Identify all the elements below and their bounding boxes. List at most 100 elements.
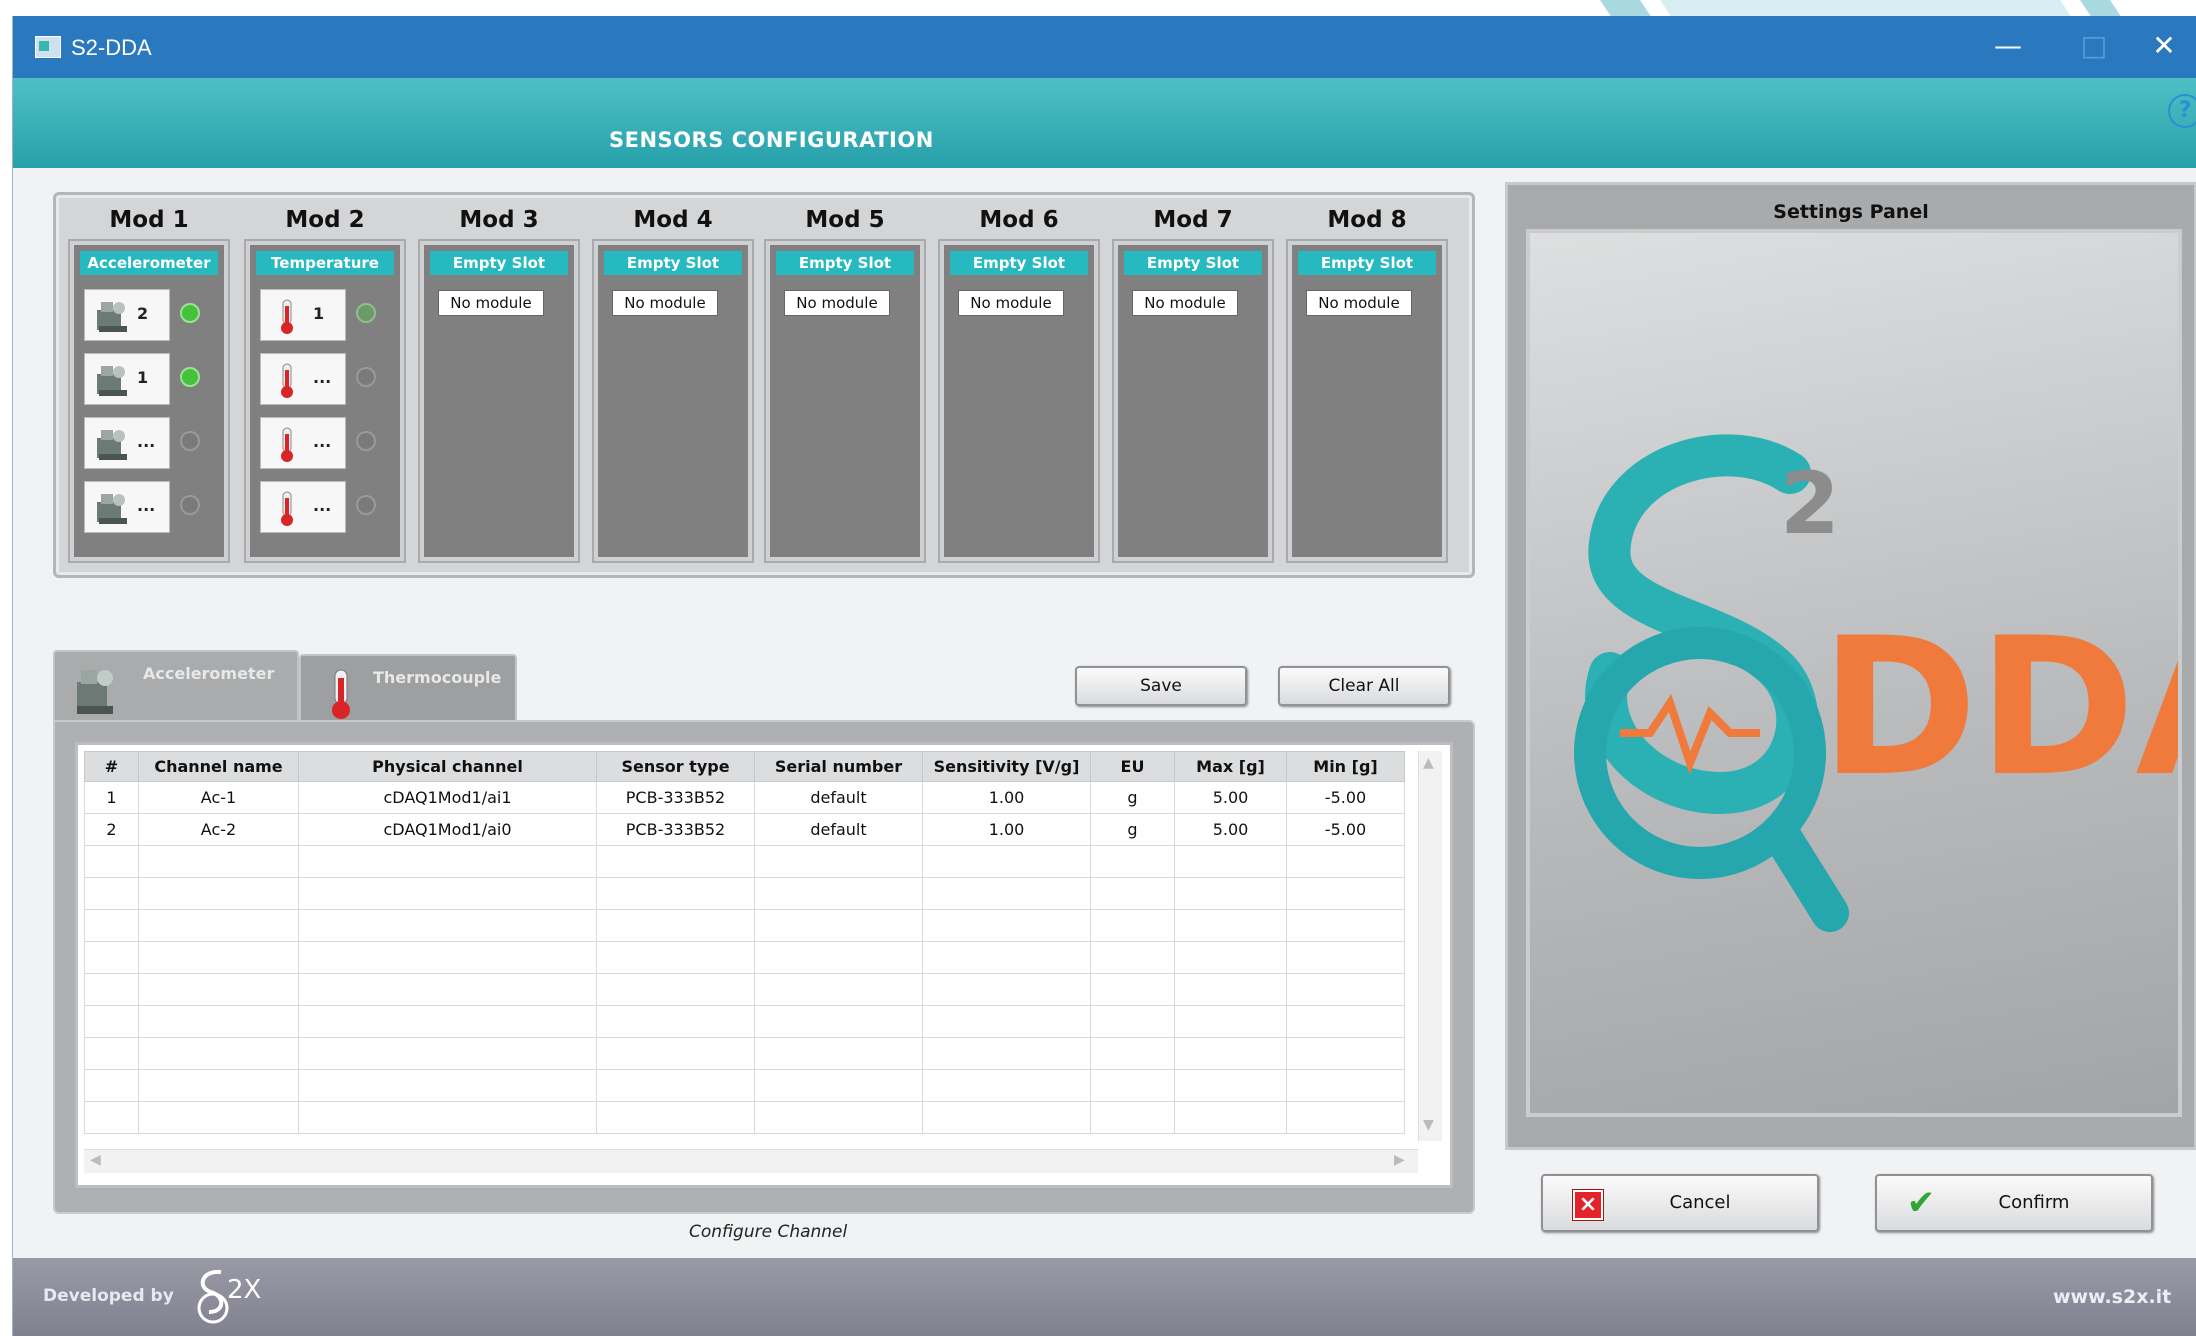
save-button[interactable]: Save xyxy=(1075,666,1247,706)
status-led xyxy=(356,495,376,515)
vertical-scrollbar[interactable]: ▲ ▼ xyxy=(1418,751,1442,1141)
module-slot[interactable]: Empty Slot No module xyxy=(420,241,578,561)
table-cell[interactable]: default xyxy=(754,813,923,846)
status-led xyxy=(356,367,376,387)
header-band: SENSORS CONFIGURATION ? xyxy=(13,78,2196,168)
channel-count: 2 xyxy=(137,304,149,323)
table-cell[interactable]: default xyxy=(754,781,923,814)
horizontal-scrollbar[interactable]: ◀ ▶ xyxy=(84,1149,1418,1173)
column-header[interactable]: Sensor type xyxy=(596,751,755,782)
column-header[interactable]: Serial number xyxy=(754,751,923,782)
column-header[interactable]: # xyxy=(84,751,139,782)
tab-accelerometer[interactable]: Accelerometer xyxy=(53,650,299,722)
module-2: Mod 2 Temperature 1 ... ... ... xyxy=(244,207,406,563)
module-slot[interactable]: Accelerometer 2 1 ... ... xyxy=(70,241,228,561)
accelerometer-icon xyxy=(97,302,127,332)
table-row-empty[interactable] xyxy=(84,909,1405,942)
channel-indicator[interactable]: ... xyxy=(84,417,170,469)
table-cell[interactable]: PCB-333B52 xyxy=(596,813,755,846)
tab-label: Thermocouple xyxy=(373,668,502,687)
settings-panel-content: 2 DDA xyxy=(1526,229,2182,1117)
table-cell[interactable]: 5.00 xyxy=(1174,781,1287,814)
column-header[interactable]: Physical channel xyxy=(298,751,597,782)
table-row-empty[interactable] xyxy=(84,973,1405,1006)
channel-indicator[interactable]: ... xyxy=(260,417,346,469)
status-led xyxy=(356,431,376,451)
table-cell[interactable]: -5.00 xyxy=(1286,813,1405,846)
table-row-empty[interactable] xyxy=(84,877,1405,910)
table-row-empty[interactable] xyxy=(84,1069,1405,1102)
table-cell[interactable]: 1.00 xyxy=(922,781,1091,814)
channel-indicator[interactable]: 1 xyxy=(84,353,170,405)
tab-label: Accelerometer xyxy=(143,664,275,683)
channel-count: ... xyxy=(137,432,156,451)
channel-indicator[interactable]: ... xyxy=(260,481,346,533)
table-row[interactable]: 1 Ac-1 cDAQ1Mod1/ai1 PCB-333B52 default … xyxy=(84,781,1405,814)
table-cell[interactable]: PCB-333B52 xyxy=(596,781,755,814)
title-bar: S2-DDA — □ ✕ xyxy=(13,16,2196,78)
table-cell[interactable]: g xyxy=(1090,813,1175,846)
help-icon[interactable]: ? xyxy=(2168,94,2196,128)
module-slot[interactable]: Empty Slot No module xyxy=(940,241,1098,561)
close-button[interactable]: ✕ xyxy=(2137,26,2191,68)
module-slot[interactable]: Empty Slot No module xyxy=(1288,241,1446,561)
channel-indicator[interactable]: 1 xyxy=(260,289,346,341)
column-header[interactable]: Sensitivity [V/g] xyxy=(922,751,1091,782)
slot-type-label: Empty Slot xyxy=(430,251,568,275)
channel-count: ... xyxy=(313,496,332,515)
table-row-empty[interactable] xyxy=(84,1037,1405,1070)
channel-indicator[interactable]: ... xyxy=(260,353,346,405)
table-cell[interactable]: Ac-2 xyxy=(138,813,299,846)
scroll-right-icon[interactable]: ▶ xyxy=(1394,1152,1405,1168)
table-row-empty[interactable] xyxy=(84,845,1405,878)
column-header[interactable]: Channel name xyxy=(138,751,299,782)
table-cell[interactable]: 1.00 xyxy=(922,813,1091,846)
column-header[interactable]: Max [g] xyxy=(1174,751,1287,782)
module-title: Mod 3 xyxy=(459,207,539,233)
slot-type-label: Temperature xyxy=(256,251,394,275)
scroll-left-icon[interactable]: ◀ xyxy=(90,1152,101,1168)
module-slot[interactable]: Empty Slot No module xyxy=(594,241,752,561)
table-cell[interactable]: cDAQ1Mod1/ai0 xyxy=(298,813,597,846)
module-7: Mod 7 Empty Slot No module xyxy=(1112,207,1274,563)
website-link[interactable]: www.s2x.it xyxy=(2053,1286,2171,1308)
cancel-button[interactable]: × Cancel xyxy=(1541,1174,1819,1232)
table-cell[interactable]: cDAQ1Mod1/ai1 xyxy=(298,781,597,814)
channel-count: 1 xyxy=(313,304,325,323)
module-8: Mod 8 Empty Slot No module xyxy=(1286,207,1448,563)
table-row-empty[interactable] xyxy=(84,1005,1405,1038)
table-cell[interactable]: -5.00 xyxy=(1286,781,1405,814)
scroll-up-icon[interactable]: ▲ xyxy=(1423,755,1434,771)
table-row-empty[interactable] xyxy=(84,941,1405,974)
table-cell: 1 xyxy=(84,781,139,814)
channel-count: ... xyxy=(313,368,332,387)
channel-indicator[interactable]: ... xyxy=(84,481,170,533)
column-header[interactable]: Min [g] xyxy=(1286,751,1405,782)
tab-thermocouple[interactable]: Thermocouple xyxy=(299,654,517,722)
scroll-down-icon[interactable]: ▼ xyxy=(1423,1117,1434,1133)
confirm-label: Confirm xyxy=(1998,1192,2070,1213)
maximize-button[interactable]: □ xyxy=(2067,26,2121,68)
module-4: Mod 4 Empty Slot No module xyxy=(592,207,754,563)
slot-type-label: Accelerometer xyxy=(80,251,218,275)
page-title: SENSORS CONFIGURATION xyxy=(609,128,934,152)
slot-status: No module xyxy=(784,290,890,316)
module-slot[interactable]: Temperature 1 ... ... ... xyxy=(246,241,404,561)
channel-indicator[interactable]: 2 xyxy=(84,289,170,341)
module-slot[interactable]: Empty Slot No module xyxy=(1114,241,1272,561)
status-led xyxy=(180,367,200,387)
slot-status: No module xyxy=(958,290,1064,316)
clear-all-button[interactable]: Clear All xyxy=(1278,666,1450,706)
table-cell[interactable]: Ac-1 xyxy=(138,781,299,814)
slot-status: No module xyxy=(612,290,718,316)
confirm-button[interactable]: ✔ Confirm xyxy=(1875,1174,2153,1232)
module-slot[interactable]: Empty Slot No module xyxy=(766,241,924,561)
table-cell[interactable]: g xyxy=(1090,781,1175,814)
table-row-empty[interactable] xyxy=(84,1101,1405,1134)
slot-type-label: Empty Slot xyxy=(1298,251,1436,275)
table-cell[interactable]: 5.00 xyxy=(1174,813,1287,846)
column-header[interactable]: EU xyxy=(1090,751,1175,782)
module-title: Mod 2 xyxy=(285,207,365,233)
minimize-button[interactable]: — xyxy=(1981,26,2035,68)
table-row[interactable]: 2 Ac-2 cDAQ1Mod1/ai0 PCB-333B52 default … xyxy=(84,813,1405,846)
